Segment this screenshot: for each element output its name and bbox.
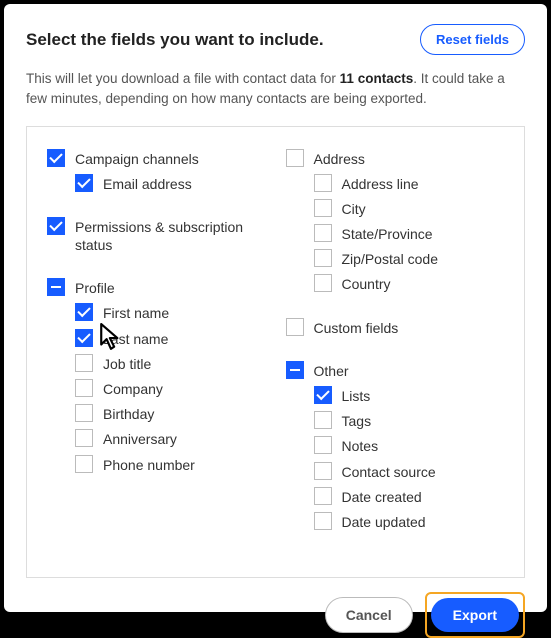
field-row: Birthday bbox=[75, 404, 266, 423]
field-label: City bbox=[342, 199, 366, 218]
field-label: Job title bbox=[103, 354, 151, 373]
field-row: Zip/Postal code bbox=[314, 249, 505, 268]
group-label: Other bbox=[314, 361, 349, 380]
group-row: Campaign channels bbox=[47, 149, 266, 168]
desc-count: 11 contacts bbox=[340, 71, 414, 86]
field-group-custom-fields: Custom fields bbox=[286, 318, 505, 343]
field-label: State/Province bbox=[342, 224, 433, 243]
export-dialog: Select the fields you want to include. R… bbox=[4, 4, 547, 612]
checkbox-notes[interactable] bbox=[314, 436, 332, 454]
checkbox-campaign-channels[interactable] bbox=[47, 149, 65, 167]
group-row: Profile bbox=[47, 278, 266, 297]
field-row: Date updated bbox=[314, 512, 505, 531]
cancel-button[interactable]: Cancel bbox=[325, 597, 413, 633]
field-group-address: Address Address line City State/Province Zip… bbox=[286, 149, 505, 300]
field-row: Tags bbox=[314, 411, 505, 430]
field-group-other: Other Lists Tags Notes Contact source Date cr… bbox=[286, 361, 505, 537]
group-row: Other bbox=[286, 361, 505, 380]
checkbox-address[interactable] bbox=[286, 149, 304, 167]
reset-fields-button[interactable]: Reset fields bbox=[420, 24, 525, 55]
field-row: City bbox=[314, 199, 505, 218]
group-row: Permissions & subscription status bbox=[47, 217, 266, 254]
field-label: Company bbox=[103, 379, 163, 398]
field-row: Address line bbox=[314, 174, 505, 193]
field-row: Anniversary bbox=[75, 429, 266, 448]
group-label: Permissions & subscription status bbox=[75, 217, 266, 254]
dialog-footer: Cancel Export bbox=[26, 592, 525, 638]
checkbox-country[interactable] bbox=[314, 274, 332, 292]
checkbox-lists[interactable] bbox=[314, 386, 332, 404]
checkbox-address-line[interactable] bbox=[314, 174, 332, 192]
field-label: Birthday bbox=[103, 404, 154, 423]
field-row: Job title bbox=[75, 354, 266, 373]
checkbox-phone-number[interactable] bbox=[75, 455, 93, 473]
right-column: Address Address line City State/Province Zip… bbox=[286, 149, 505, 556]
checkbox-email-address[interactable] bbox=[75, 174, 93, 192]
field-label: Notes bbox=[342, 436, 379, 455]
desc-pre: This will let you download a file with c… bbox=[26, 71, 340, 86]
field-label: Phone number bbox=[103, 455, 195, 474]
field-label: Address line bbox=[342, 174, 419, 193]
export-highlight: Export bbox=[425, 592, 525, 638]
group-row: Address bbox=[286, 149, 505, 168]
description: This will let you download a file with c… bbox=[26, 69, 525, 110]
field-row: State/Province bbox=[314, 224, 505, 243]
field-label: Date created bbox=[342, 487, 422, 506]
group-row: Custom fields bbox=[286, 318, 505, 337]
checkbox-permissions-subscription-status[interactable] bbox=[47, 217, 65, 235]
field-row: First name bbox=[75, 303, 266, 322]
header: Select the fields you want to include. R… bbox=[26, 24, 525, 55]
field-row: Contact source bbox=[314, 462, 505, 481]
checkbox-job-title[interactable] bbox=[75, 354, 93, 372]
checkbox-date-created[interactable] bbox=[314, 487, 332, 505]
field-group-campaign-channels: Campaign channels Email address bbox=[47, 149, 266, 199]
checkbox-profile[interactable] bbox=[47, 278, 65, 296]
field-row: Date created bbox=[314, 487, 505, 506]
dialog-title: Select the fields you want to include. bbox=[26, 30, 324, 50]
checkbox-last-name[interactable] bbox=[75, 329, 93, 347]
field-label: Tags bbox=[342, 411, 372, 430]
export-button[interactable]: Export bbox=[431, 598, 519, 632]
field-label: Email address bbox=[103, 174, 192, 193]
field-row: Notes bbox=[314, 436, 505, 455]
group-label: Profile bbox=[75, 278, 115, 297]
checkbox-company[interactable] bbox=[75, 379, 93, 397]
checkbox-first-name[interactable] bbox=[75, 303, 93, 321]
checkbox-state-province[interactable] bbox=[314, 224, 332, 242]
field-label: Zip/Postal code bbox=[342, 249, 439, 268]
field-label: Country bbox=[342, 274, 391, 293]
field-row: Email address bbox=[75, 174, 266, 193]
field-row: Company bbox=[75, 379, 266, 398]
checkbox-other[interactable] bbox=[286, 361, 304, 379]
field-label: Lists bbox=[342, 386, 371, 405]
field-label: Date updated bbox=[342, 512, 426, 531]
group-label: Custom fields bbox=[314, 318, 399, 337]
checkbox-birthday[interactable] bbox=[75, 404, 93, 422]
checkbox-date-updated[interactable] bbox=[314, 512, 332, 530]
checkbox-city[interactable] bbox=[314, 199, 332, 217]
group-label: Address bbox=[314, 149, 365, 168]
field-label: Last name bbox=[103, 329, 168, 348]
field-label: Contact source bbox=[342, 462, 436, 481]
checkbox-zip-postal-code[interactable] bbox=[314, 249, 332, 267]
field-group-permissions-subscription-status: Permissions & subscription status bbox=[47, 217, 266, 260]
field-label: First name bbox=[103, 303, 169, 322]
field-group-profile: Profile First name Last name Job title Compa… bbox=[47, 278, 266, 480]
field-row: Country bbox=[314, 274, 505, 293]
checkbox-tags[interactable] bbox=[314, 411, 332, 429]
left-column: Campaign channels Email address Permission… bbox=[47, 149, 266, 556]
field-row: Last name bbox=[75, 329, 266, 348]
checkbox-contact-source[interactable] bbox=[314, 462, 332, 480]
fields-container: Campaign channels Email address Permission… bbox=[26, 126, 525, 579]
group-label: Campaign channels bbox=[75, 149, 199, 168]
field-label: Anniversary bbox=[103, 429, 177, 448]
checkbox-anniversary[interactable] bbox=[75, 429, 93, 447]
field-row: Lists bbox=[314, 386, 505, 405]
checkbox-custom-fields[interactable] bbox=[286, 318, 304, 336]
field-row: Phone number bbox=[75, 455, 266, 474]
